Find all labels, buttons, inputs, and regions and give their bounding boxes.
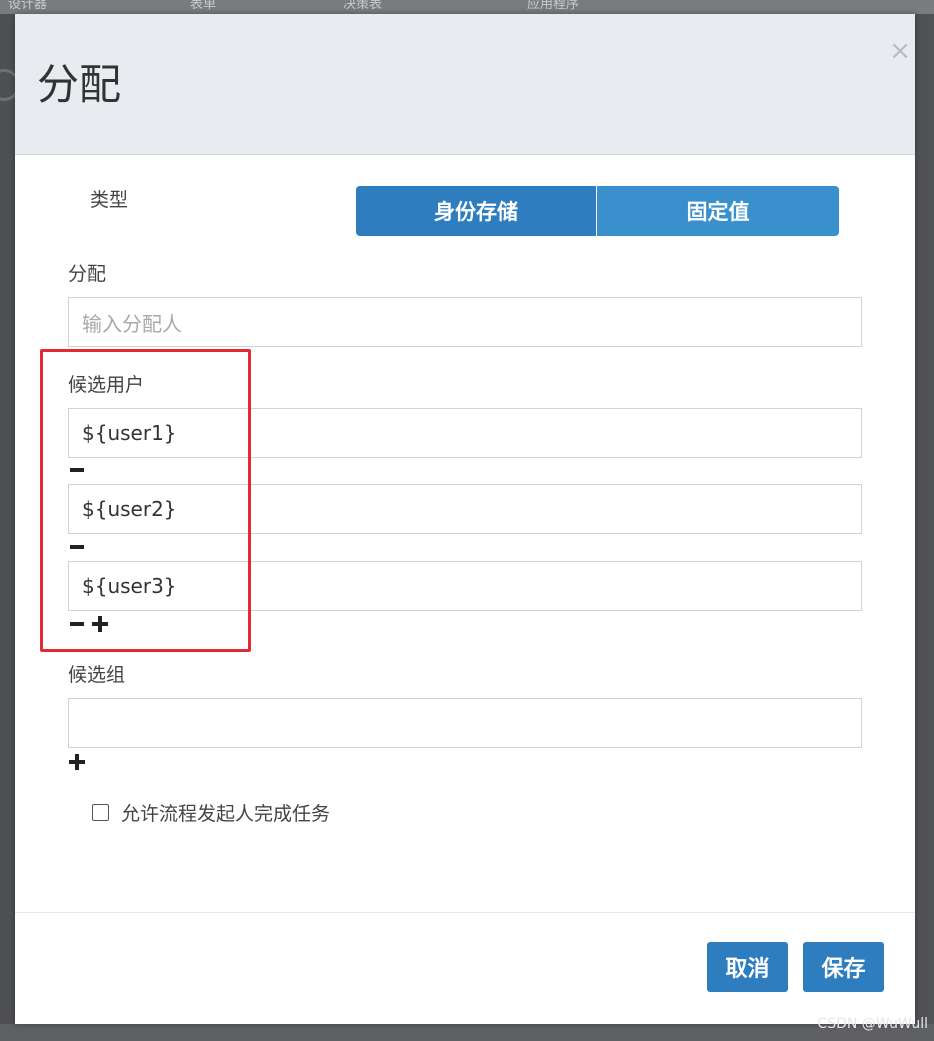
background-nav-item: 设计器 [8,0,48,12]
footer-divider [15,912,915,913]
assignee-label: 分配 [68,263,107,285]
background-nav-item: 应用程序 [527,0,580,12]
remove-user-1-minus-icon[interactable] [70,468,84,472]
background-nav-item: 表单 [190,0,217,12]
save-button[interactable]: 保存 [803,942,884,992]
candidate-user-input-3[interactable]: ${user3} [68,561,862,611]
candidate-user-input-1[interactable]: ${user1} [68,408,862,458]
modal-title: 分配 [37,60,122,109]
type-label: 类型 [90,189,129,211]
modal-header: 分配 × [15,14,915,155]
remove-user-2-minus-icon[interactable] [70,545,84,549]
watermark-text: CSDN @WuWull [817,1016,928,1032]
candidate-group-input-1[interactable] [68,698,862,748]
close-icon[interactable]: × [889,38,911,64]
cancel-button[interactable]: 取消 [707,942,788,992]
background-right-strip [915,14,934,1024]
allow-initiator-checkbox[interactable] [92,804,109,821]
background-nav-item: 决策表 [343,0,383,12]
assignment-modal: 分配 × 类型 身份存储 固定值 分配 输入分配人 候选用户 ${user1} … [15,14,915,1024]
candidate-user-input-2[interactable]: ${user2} [68,484,862,534]
add-group-plus-icon[interactable] [69,754,85,770]
candidate-groups-label: 候选组 [68,664,126,686]
allow-initiator-label: 允许流程发起人完成任务 [121,803,331,825]
remove-user-3-minus-icon[interactable] [70,622,84,626]
identity-store-tab[interactable]: 身份存储 [356,186,596,236]
background-left-strip [0,14,20,1024]
background-nav: 设计器 表单 决策表 应用程序 [0,0,934,14]
fixed-value-tab[interactable]: 固定值 [597,186,839,236]
candidate-users-label: 候选用户 [68,374,145,396]
assignee-input[interactable]: 输入分配人 [68,297,862,347]
add-user-plus-icon[interactable] [92,616,108,632]
